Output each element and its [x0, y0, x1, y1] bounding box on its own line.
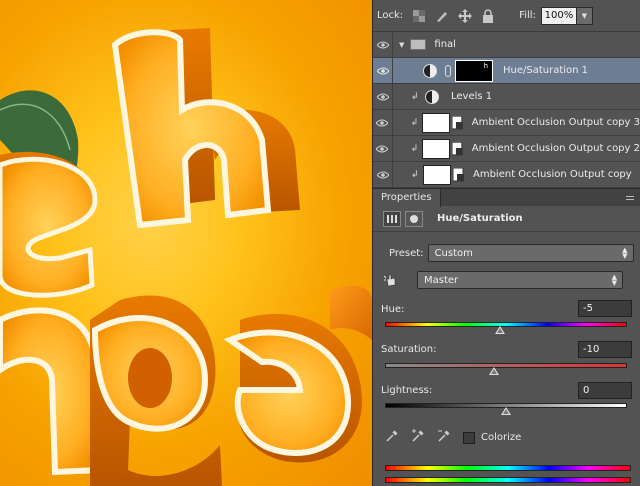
saturation-label: Saturation: [381, 344, 437, 355]
tab-properties[interactable]: Properties [373, 188, 441, 207]
smart-object-icon [451, 141, 463, 155]
fill-dropdown-button[interactable]: ▼ [576, 6, 593, 25]
mask-properties-icon[interactable] [405, 210, 423, 227]
layer-mask-thumbnail[interactable]: h [455, 59, 493, 82]
channel-select[interactable]: Master ▲ ▼ [417, 271, 623, 289]
clipping-mask-arrow-icon: ↲ [410, 117, 419, 128]
preset-label: Preset: [389, 247, 424, 259]
visibility-eye-icon[interactable] [373, 31, 393, 58]
layer-name: Hue/Saturation 1 [503, 65, 589, 76]
preset-row: Preset: Custom ▲ ▼ [373, 244, 640, 262]
input-color-spectrum-bar [385, 465, 631, 471]
hue-slider-knob[interactable] [495, 326, 505, 334]
visibility-eye-icon[interactable] [373, 57, 393, 84]
properties-title: Hue/Saturation [437, 213, 523, 224]
document-canvas[interactable] [0, 0, 372, 486]
layer-hue-saturation-1[interactable]: h Hue/Saturation 1 [373, 57, 640, 84]
clipping-mask-arrow-icon: ↲ [410, 143, 419, 154]
layer-levels-1[interactable]: ↲ Levels 1 [373, 83, 640, 110]
channel-row: Master ▲ ▼ [373, 271, 640, 289]
preset-value: Custom [434, 247, 473, 259]
saturation-input[interactable]: -10 [578, 341, 632, 358]
eyedropper-subtract-icon[interactable] [437, 429, 451, 446]
colorize-checkbox[interactable] [463, 431, 475, 444]
layer-name: Levels 1 [451, 91, 493, 102]
visibility-eye-icon[interactable] [373, 83, 393, 110]
channel-value: Master [424, 274, 459, 286]
fill-input[interactable]: 100% [540, 6, 577, 25]
layer-name: final [434, 39, 456, 50]
layers-lock-bar: Lock: Fill: 100% ▼ [373, 0, 640, 32]
smart-object-icon [453, 167, 464, 181]
layer-thumbnail [422, 138, 450, 159]
layer-name: Ambient Occlusion Output copy 2 [471, 143, 640, 154]
group-expand-triangle-icon[interactable]: ▼ [399, 41, 404, 49]
layer-group-final[interactable]: ▼ final [373, 31, 640, 58]
lock-image-pixels-icon[interactable] [434, 8, 450, 24]
lock-position-icon[interactable] [457, 8, 473, 24]
colorize-label: Colorize [481, 432, 522, 443]
artwork-3d-orange-text [0, 28, 372, 486]
layer-name: Ambient Occlusion Output copy 3 [471, 117, 640, 128]
properties-tab-bar: Properties [373, 188, 640, 207]
right-panels: Lock: Fill: 100% ▼ ▼ final h Hue/Saturat… [372, 0, 640, 486]
lightness-input[interactable]: 0 [578, 382, 632, 399]
layer-ambient-occlusion-copy[interactable]: ↲ Ambient Occlusion Output copy [373, 161, 640, 188]
chain-link-icon[interactable] [445, 64, 451, 77]
hue-label: Hue: [381, 304, 405, 315]
lightness-label: Lightness: [381, 385, 433, 396]
layer-name: Ambient Occlusion Output copy [473, 169, 632, 180]
select-arrows-icon: ▲ ▼ [611, 273, 617, 287]
folder-icon [410, 39, 427, 50]
output-color-spectrum-bar [385, 477, 631, 483]
adjustment-layer-icon[interactable] [383, 210, 401, 227]
layer-ambient-occlusion-copy-3[interactable]: ↲ Ambient Occlusion Output copy 3 [373, 109, 640, 136]
fill-label: Fill: [519, 10, 536, 21]
eyedropper-row: Colorize [373, 429, 640, 446]
select-arrows-icon: ▲ ▼ [622, 246, 628, 260]
saturation-slider-knob[interactable] [489, 367, 499, 375]
targeted-adjustment-hand-icon[interactable] [383, 272, 399, 288]
levels-adjustment-icon [425, 89, 439, 104]
lock-label: Lock: [377, 10, 404, 21]
layer-thumbnail [423, 164, 451, 185]
smart-object-icon [451, 115, 463, 129]
hue-saturation-adjustment-icon [423, 63, 437, 78]
clipping-mask-arrow-icon: ↲ [411, 91, 419, 102]
preset-select[interactable]: Custom ▲ ▼ [427, 244, 634, 262]
visibility-eye-icon[interactable] [373, 135, 393, 162]
panel-menu-icon[interactable] [626, 195, 634, 200]
eyedropper-add-icon[interactable] [411, 429, 425, 446]
layer-thumbnail [422, 112, 450, 133]
lock-all-icon[interactable] [480, 8, 496, 24]
eyedropper-icon[interactable] [385, 429, 399, 446]
hue-input[interactable]: -5 [578, 300, 632, 317]
layer-ambient-occlusion-copy-2[interactable]: ↲ Ambient Occlusion Output copy 2 [373, 135, 640, 162]
hue-slider-track[interactable] [385, 322, 627, 327]
saturation-slider-track[interactable] [385, 363, 627, 368]
clipping-mask-arrow-icon: ↲ [411, 169, 419, 180]
visibility-eye-icon[interactable] [373, 161, 393, 188]
lightness-slider-knob[interactable] [501, 407, 511, 415]
properties-header: Hue/Saturation [373, 206, 640, 232]
visibility-eye-icon[interactable] [373, 109, 393, 136]
lock-transparent-pixels-icon[interactable] [411, 8, 427, 24]
